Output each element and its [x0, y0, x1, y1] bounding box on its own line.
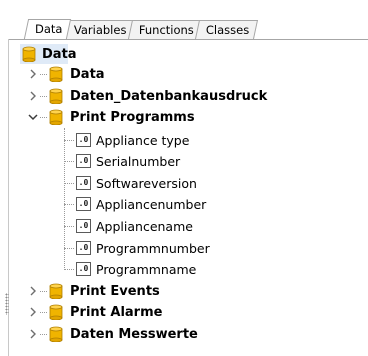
- tree-leaf-programmname[interactable]: .0 Programmname: [76, 259, 196, 279]
- tree-connector: [40, 290, 47, 292]
- tree-leaf-label: Programmnumber: [96, 240, 210, 256]
- chevron-right-icon[interactable]: [28, 90, 38, 102]
- tree-connector: [64, 269, 74, 270]
- tree-connector: [64, 140, 74, 141]
- data-tree: Data Data Daten_Datenbankausdruck Print …: [0, 0, 368, 356]
- tree-leaf-label: Appliancename: [96, 218, 193, 234]
- tree-node-daten-datenbankausdruck[interactable]: Daten_Datenbankausdruck: [28, 86, 267, 106]
- database-icon: [22, 46, 36, 62]
- tree-connector: [40, 333, 47, 335]
- tree-node-daten-messwerte[interactable]: Daten Messwerte: [28, 324, 198, 344]
- tree-node-label: Data: [70, 66, 105, 82]
- tree-node-print-events[interactable]: Print Events: [28, 281, 160, 301]
- database-icon: [49, 66, 63, 82]
- field-icon: .0: [76, 241, 91, 255]
- tree-connector: [64, 248, 74, 249]
- tree-leaf-softwareversion[interactable]: .0 Softwareversion: [76, 173, 197, 193]
- field-icon: .0: [76, 176, 91, 190]
- chevron-right-icon[interactable]: [28, 306, 38, 318]
- tree-connector: [40, 311, 47, 313]
- tree-node-print-programms[interactable]: Print Programms: [28, 107, 195, 127]
- tree-connector: [64, 183, 74, 184]
- tree-node-label: Daten_Datenbankausdruck: [70, 88, 268, 104]
- tree-leaf-label: Appliance type: [96, 132, 190, 148]
- tree-root-data[interactable]: Data: [20, 44, 77, 64]
- tree-node-label: Print Events: [70, 283, 160, 299]
- tree-node-label: Print Alarme: [70, 304, 163, 320]
- tree-leaf-label: Appliancenumber: [96, 196, 207, 212]
- chevron-down-icon[interactable]: [28, 111, 38, 123]
- field-icon: .0: [76, 154, 91, 168]
- field-icon: .0: [76, 133, 91, 147]
- tree-root-label: Data: [42, 46, 77, 62]
- chevron-right-icon[interactable]: [28, 68, 38, 80]
- tree-node-label: Daten Messwerte: [70, 326, 198, 342]
- tree-leaf-label: Serialnumber: [96, 153, 181, 169]
- database-icon: [49, 326, 63, 342]
- tab-data[interactable]: Data: [23, 19, 72, 39]
- tree-connector: [64, 226, 74, 227]
- database-icon: [49, 88, 63, 104]
- tree-connector: [64, 161, 74, 162]
- chevron-right-icon[interactable]: [28, 285, 38, 297]
- tree-leaf-label: Softwareversion: [96, 175, 197, 191]
- database-icon: [49, 109, 63, 125]
- tree-leaf-label: Programmname: [96, 261, 197, 277]
- tree-connector: [64, 204, 74, 205]
- tree-connector: [40, 116, 47, 118]
- tree-leaf-appliance-type[interactable]: .0 Appliance type: [76, 130, 189, 150]
- field-icon: .0: [76, 219, 91, 233]
- tree-node-label: Print Programms: [70, 109, 195, 125]
- tree-node-print-alarme[interactable]: Print Alarme: [28, 302, 162, 322]
- database-icon: [49, 304, 63, 320]
- chevron-right-icon[interactable]: [28, 328, 38, 340]
- tree-leaf-programmnumber[interactable]: .0 Programmnumber: [76, 238, 210, 258]
- tree-leaf-appliancenumber[interactable]: .0 Appliancenumber: [76, 194, 206, 214]
- tree-node-data[interactable]: Data: [28, 64, 105, 84]
- tree-leaf-serialnumber[interactable]: .0 Serialnumber: [76, 151, 180, 171]
- tree-leaf-appliancename[interactable]: .0 Appliancename: [76, 216, 193, 236]
- tree-connector: [40, 95, 47, 97]
- field-icon: .0: [76, 262, 91, 276]
- tree-connector: [40, 73, 47, 75]
- field-icon: .0: [76, 197, 91, 211]
- database-icon: [49, 283, 63, 299]
